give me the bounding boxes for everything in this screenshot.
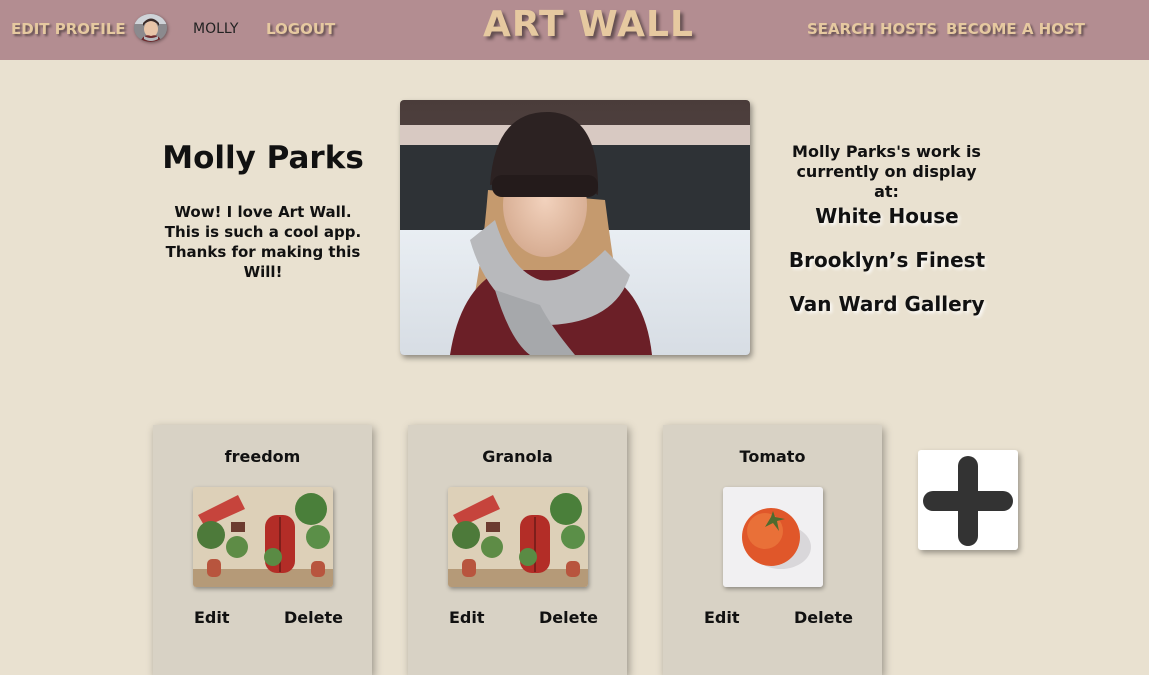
display-heading: Molly Parks's work is currently on displ…: [792, 142, 981, 201]
artwork-thumbnail[interactable]: [193, 487, 333, 587]
username-label: MOLLY: [193, 21, 239, 37]
artwork-card: Tomato Edit Delete: [663, 425, 882, 675]
artwork-title: Tomato: [739, 447, 806, 466]
add-artwork-button[interactable]: [918, 450, 1018, 550]
artwork-thumbnail[interactable]: [723, 487, 823, 587]
delete-button[interactable]: Delete: [539, 608, 598, 627]
profile-photo-image: [400, 100, 750, 355]
artwork-card: Granola Edit Delete: [408, 425, 627, 675]
artwork-image: [448, 487, 588, 587]
artwork-title: freedom: [224, 447, 301, 466]
delete-button[interactable]: Delete: [284, 608, 343, 627]
logout-link[interactable]: LOGOUT: [266, 20, 335, 38]
become-host-link[interactable]: BECOME A HOST: [946, 20, 1085, 38]
artwork-title: Granola: [482, 447, 553, 466]
edit-profile-link[interactable]: EDIT PROFILE: [11, 20, 126, 38]
artwork-thumbnail[interactable]: [448, 487, 588, 587]
plus-icon: [923, 456, 1013, 546]
venue-item[interactable]: Van Ward Gallery: [770, 292, 1004, 316]
profile-bio: Wow! I love Art Wall. This is such a coo…: [164, 203, 362, 281]
search-hosts-link[interactable]: SEARCH HOSTS: [807, 20, 937, 38]
profile-photo: [400, 100, 750, 355]
top-nav: EDIT PROFILE MOLLY LOGOUT ART WALL SEARC…: [0, 0, 1149, 60]
artwork-image: [723, 487, 823, 587]
venue-item[interactable]: Brooklyn’s Finest: [770, 248, 1004, 272]
delete-button[interactable]: Delete: [794, 608, 853, 627]
artwork-card: freedom Edit Delete: [153, 425, 372, 675]
avatar[interactable]: [134, 14, 167, 42]
edit-button[interactable]: Edit: [704, 608, 740, 627]
profile-name: Molly Parks: [162, 140, 364, 176]
brand-logo[interactable]: ART WALL: [483, 4, 694, 45]
artwork-image: [193, 487, 333, 587]
avatar-image: [134, 14, 167, 42]
venue-item[interactable]: White House: [770, 204, 1004, 228]
edit-button[interactable]: Edit: [194, 608, 230, 627]
edit-button[interactable]: Edit: [449, 608, 485, 627]
